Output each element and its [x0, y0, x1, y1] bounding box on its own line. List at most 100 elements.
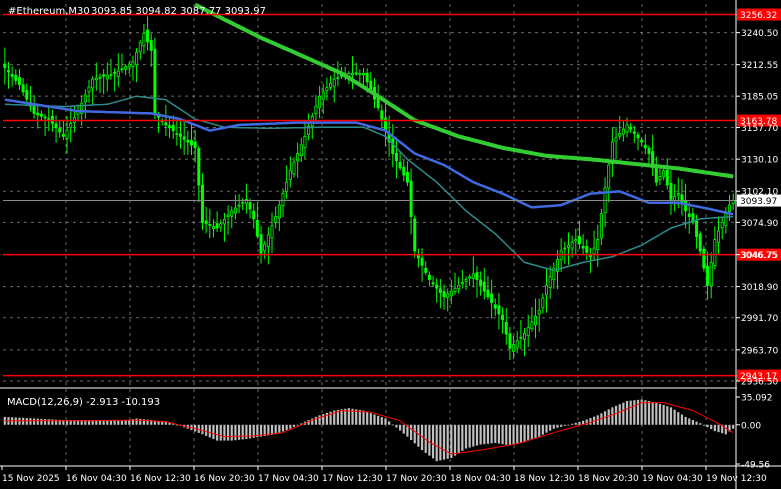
candle-body — [200, 184, 204, 223]
macd-histogram-bar — [611, 407, 614, 425]
macd-histogram-bar — [161, 421, 164, 425]
macd-histogram-bar — [413, 424, 416, 444]
macd-histogram-bar — [47, 419, 50, 425]
candle-body — [717, 230, 721, 243]
candle-body — [105, 74, 109, 80]
macd-histogram-bar — [662, 404, 665, 425]
macd-histogram-bar — [428, 424, 431, 456]
candle-body — [146, 29, 150, 43]
macd-histogram-bar — [508, 424, 512, 446]
candle-body — [241, 201, 245, 204]
candle-body — [135, 51, 139, 66]
candle-body — [21, 84, 25, 93]
candle-body — [36, 112, 40, 116]
y-tick-label: 3018.90 — [741, 283, 778, 293]
macd-histogram-bar — [629, 400, 632, 425]
macd-histogram-bar — [680, 414, 684, 425]
chart-header-ohlc: 3093.85 3094.82 3087.77 3093.97 — [91, 6, 266, 17]
macd-histogram-bar — [574, 422, 577, 425]
candle-body — [303, 135, 307, 149]
macd-histogram-bar — [117, 420, 120, 425]
candle-body — [6, 70, 10, 73]
macd-histogram-bar — [633, 400, 636, 425]
x-tick-label: 16 Nov 12:30 — [130, 474, 191, 484]
macd-histogram-bar — [658, 403, 662, 425]
candle-body — [592, 247, 596, 255]
candle-body — [490, 293, 494, 303]
candle-body — [482, 281, 486, 292]
macd-histogram-bar — [713, 424, 716, 432]
candle-body — [577, 236, 581, 245]
candle-body — [65, 129, 69, 139]
candle-body — [193, 141, 197, 149]
candle-body — [197, 148, 201, 186]
y-tick-label: 2963.70 — [741, 346, 778, 356]
y-tick-label: 3185.05 — [741, 93, 778, 103]
macd-histogram-bar — [322, 414, 325, 425]
candle-body — [728, 204, 732, 212]
x-tick-label: 16 Nov 04:30 — [66, 474, 127, 484]
candle-body — [281, 193, 285, 206]
candle-body — [563, 247, 567, 250]
candle-body — [405, 171, 409, 183]
candle-body — [632, 131, 636, 134]
macd-histogram-bar — [614, 405, 618, 425]
macd-histogram-bar — [699, 423, 702, 425]
candle-body — [548, 276, 552, 288]
candle-body — [138, 42, 142, 53]
x-tick-label: 18 Nov 04:30 — [450, 474, 511, 484]
candle-body — [523, 333, 527, 340]
candle-body — [87, 86, 91, 93]
macd-histogram-bar — [578, 421, 581, 425]
candle-body — [402, 166, 406, 176]
macd-histogram-bar — [523, 424, 526, 443]
macd-histogram-bar — [369, 413, 372, 425]
macd-histogram-bar — [710, 424, 713, 430]
candle-body — [435, 284, 439, 289]
candle-body — [358, 72, 362, 75]
candle-body — [669, 183, 673, 200]
macd-histogram-bar — [395, 424, 398, 428]
macd-histogram-bar — [618, 404, 621, 425]
candle-body — [127, 63, 131, 68]
macd-histogram-bar — [51, 419, 54, 425]
macd-histogram-bar — [724, 424, 727, 435]
candle-body — [230, 210, 234, 217]
candle-body — [329, 82, 333, 88]
price-level-label: 3256.32 — [740, 11, 777, 21]
macd-histogram-bar — [625, 401, 629, 425]
macd-histogram-bar — [453, 424, 457, 456]
candle-body — [431, 282, 435, 285]
candle-body — [237, 204, 241, 207]
candle-body — [545, 284, 549, 296]
current-price-label: 3093.97 — [740, 197, 777, 207]
candle-body — [248, 202, 252, 210]
candle-body — [58, 128, 62, 133]
candle-body — [351, 72, 355, 76]
macd-histogram-bar — [479, 424, 482, 445]
candle-body — [574, 239, 578, 242]
candle-body — [292, 161, 296, 175]
macd-histogram-bar — [164, 422, 167, 425]
y-tick-label: 3074.90 — [741, 219, 778, 229]
candle-body — [687, 213, 691, 217]
macd-histogram-bar — [486, 424, 490, 444]
candle-body — [534, 315, 538, 326]
candle-body — [182, 136, 186, 140]
candle-body — [83, 94, 87, 103]
y-tick-label: 3212.55 — [741, 61, 778, 71]
macd-histogram-bar — [516, 424, 519, 444]
candle-body — [636, 134, 640, 139]
macd-histogram-bar — [226, 424, 230, 441]
candle-body — [219, 223, 223, 228]
macd-histogram-bar — [409, 424, 413, 441]
candle-body — [438, 288, 442, 293]
macd-histogram-bar — [36, 418, 39, 425]
candle-body — [468, 276, 472, 279]
macd-histogram-bar — [450, 424, 453, 459]
candle-body — [504, 321, 508, 335]
candle-body — [285, 181, 289, 192]
macd-histogram-bar — [120, 420, 124, 425]
candle-body — [442, 291, 446, 298]
trading-chart[interactable]: 3256.323163.783046.752943.173093.97 3240… — [0, 0, 781, 489]
